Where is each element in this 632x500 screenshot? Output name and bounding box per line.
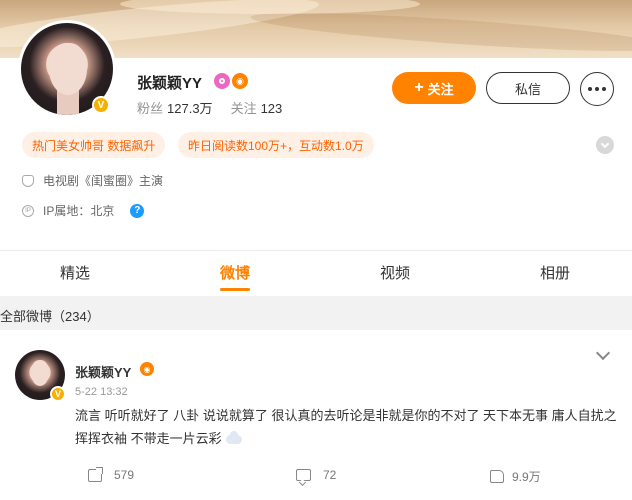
comment-button[interactable]: 72 (296, 468, 336, 482)
following-label: 关注 (230, 101, 257, 116)
tab-album[interactable]: 相册 (515, 262, 595, 283)
message-button[interactable]: 私信 (486, 72, 570, 104)
reads-tag[interactable]: 昨日阅读数100万+，互动数1.0万 (178, 132, 374, 158)
like-icon (490, 470, 504, 483)
plus-icon: + (414, 79, 424, 96)
tab-featured[interactable]: 精选 (35, 262, 115, 283)
post-author[interactable]: 张颖颖YY (75, 362, 131, 381)
ip-icon: IP (22, 204, 34, 217)
verified-v-icon: V (50, 386, 66, 402)
like-button[interactable]: 9.9万 (490, 468, 541, 485)
active-tab-indicator (220, 288, 250, 291)
fans-count[interactable]: 127.3万 (167, 101, 213, 116)
divider (0, 250, 632, 251)
post-menu-chevron-icon[interactable] (595, 345, 611, 361)
help-question-icon[interactable]: ? (130, 203, 145, 218)
shield-icon (22, 174, 34, 187)
like-count: 9.9万 (512, 470, 541, 484)
drama-text: 电视剧《闺蜜圈》主演 (43, 174, 164, 188)
hot-tag[interactable]: 热门美女帅哥 数据飙升 (22, 132, 166, 158)
ip-text: IP属地：北京 (43, 204, 115, 218)
fire-badge-icon[interactable]: ◉ (232, 73, 248, 89)
repost-icon (88, 466, 103, 482)
post-text: 流言 听听就好了 八卦 说说就算了 很认真的去听论是非就是你的不对了 天下本无事… (75, 404, 617, 450)
fire-badge-icon: ◉ (140, 362, 154, 376)
tab-weibo[interactable]: 微博 (195, 262, 275, 283)
profile-stats: 粉丝 127.3万 关注 123 (137, 98, 300, 117)
follow-button[interactable]: + 关注 (392, 72, 476, 104)
drama-info: 电视剧《闺蜜圈》主演 (22, 172, 163, 189)
verified-v-icon: V (92, 96, 110, 114)
ip-info: IP IP属地：北京 ? (22, 202, 145, 219)
comment-count: 72 (323, 468, 337, 482)
search-badge-icon[interactable] (214, 73, 230, 89)
cloud-emoji (225, 431, 242, 445)
repost-count: 579 (114, 468, 135, 482)
tab-video[interactable]: 视频 (355, 262, 435, 283)
more-dots-icon[interactable] (580, 72, 614, 106)
profile-tabs: 精选 微博 视频 相册 (0, 254, 632, 292)
following-count[interactable]: 123 (261, 101, 283, 116)
repost-button[interactable]: 579 (88, 466, 135, 482)
follow-label: 关注 (427, 81, 454, 97)
section-title[interactable]: 全部微博（234） (0, 306, 100, 325)
fans-label: 粉丝 (137, 101, 164, 116)
expand-chevron-icon[interactable] (596, 136, 614, 154)
profile-name: 张颖颖YY (137, 75, 203, 92)
post-time[interactable]: 5-22 13:32 (75, 386, 128, 398)
comment-icon (296, 469, 311, 481)
post-text-body: 流言 听听就好了 八卦 说说就算了 很认真的去听论是非就是你的不对了 天下本无事… (75, 408, 617, 446)
